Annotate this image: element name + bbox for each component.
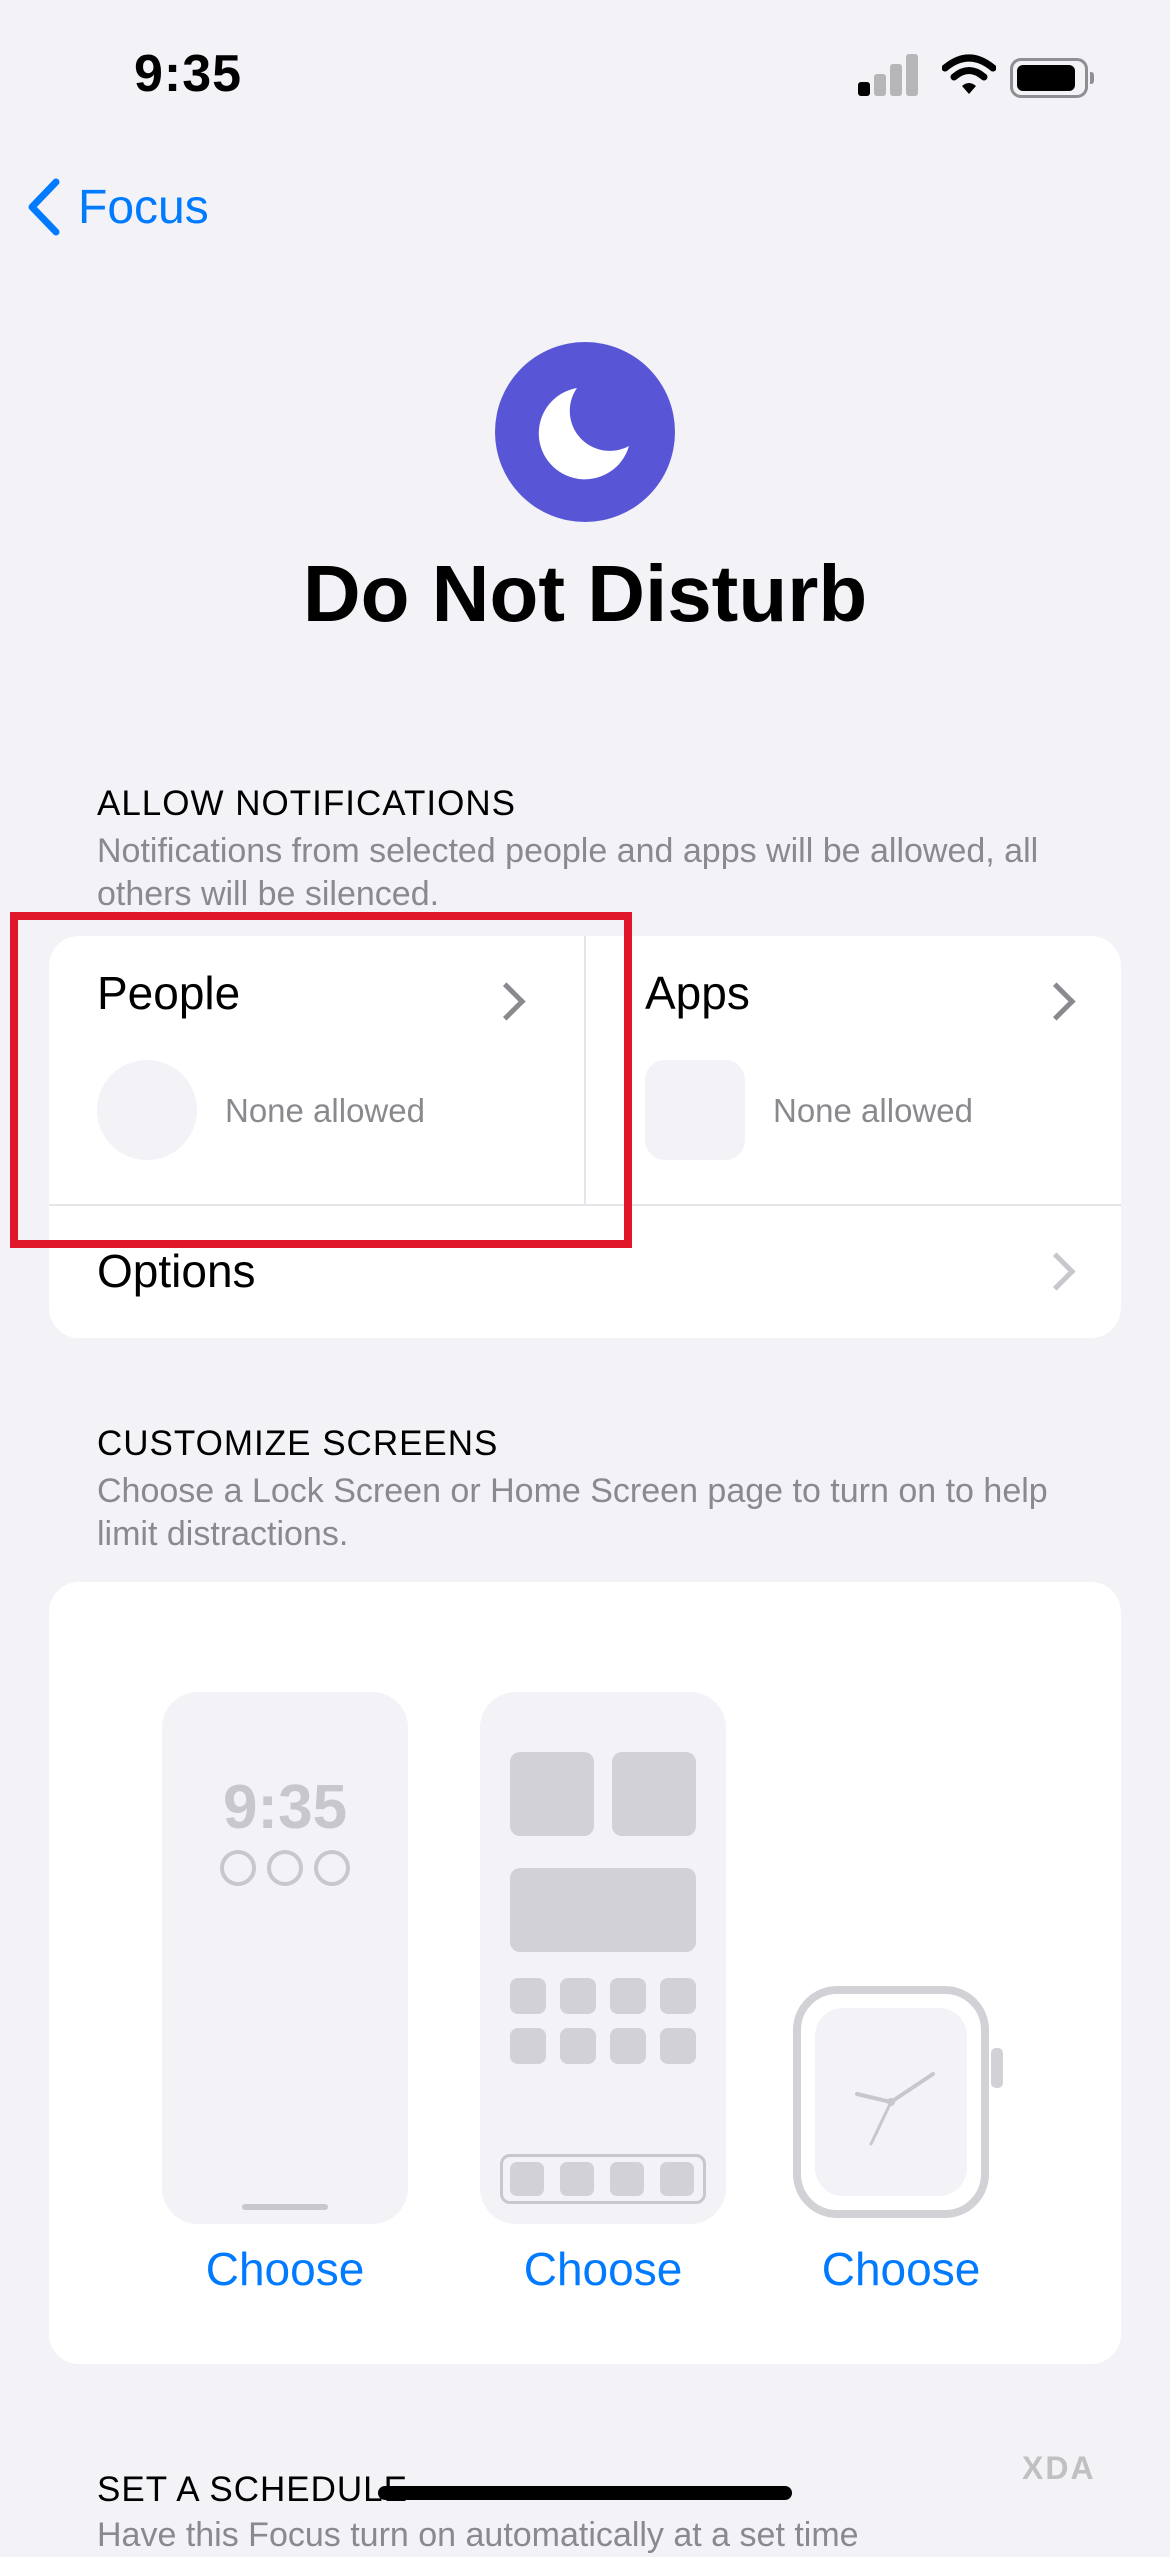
home-indicator-preview [242,2204,328,2210]
cellular-signal-icon [858,52,918,96]
lock-screen-preview[interactable]: 9:35 [162,1692,408,2224]
app-grid-row [510,1978,696,2014]
watch-crown [991,2048,1003,2088]
customize-screens-description: Choose a Lock Screen or Home Screen page… [97,1472,1048,1553]
back-label: Focus [78,180,209,234]
home-screen-preview[interactable] [480,1692,726,2224]
widget-circles [220,1850,350,1886]
chevron-left-icon [28,178,60,236]
status-icons [858,52,1098,102]
apps-value: None allowed [773,1092,973,1129]
apps-label: Apps [645,967,750,1019]
dock-preview [500,2154,706,2204]
options-label: Options [97,1245,256,1297]
schedule-heading: SET A SCHEDULE [97,2470,408,2509]
clock-hands-icon [855,2072,935,2146]
chevron-right-icon [1037,1252,1076,1291]
allow-notifications-heading: ALLOW NOTIFICATIONS [97,784,516,823]
choose-lock-screen-button[interactable]: Choose [145,2242,425,2296]
customize-screens-heading: CUSTOMIZE SCREENS [97,1424,499,1463]
home-indicator[interactable] [378,2486,792,2500]
highlight-box [10,912,632,1248]
back-button[interactable]: Focus [26,172,209,242]
customize-screens-card: 9:35 Choose Choose Choose [49,1582,1121,2364]
choose-home-screen-button[interactable]: Choose [463,2242,743,2296]
watch-face-preview[interactable] [793,1986,1003,2228]
chevron-right-icon [1037,982,1076,1021]
wifi-icon [942,54,996,94]
lock-screen-time: 9:35 [222,1773,348,1842]
app-grid-row [510,2028,696,2064]
xda-watermark: XDA [1022,2450,1096,2486]
page-title: Do Not Disturb [302,549,868,638]
apps-icon-placeholder [645,1060,745,1160]
choose-watch-face-button[interactable]: Choose [761,2242,1041,2296]
battery-icon [1010,58,1094,98]
schedule-description: Have this Focus turn on automatically at… [97,2516,859,2554]
apps-cell[interactable]: Apps None allowed [586,936,1121,1204]
moon-icon [495,342,675,522]
allow-notifications-description: Notifications from selected people and a… [97,832,1039,913]
status-time: 9:35 [134,45,243,103]
